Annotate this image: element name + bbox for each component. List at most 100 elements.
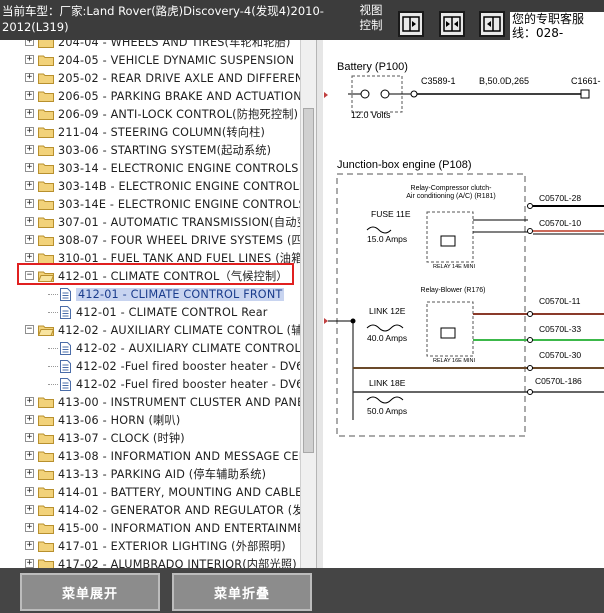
tree-item-label: 206-05 - PARKING BRAKE AND ACTUATION (58, 89, 300, 103)
tree-folder-item[interactable]: +413-13 - PARKING AID (停车辅助系统) (25, 465, 266, 483)
document-icon (60, 305, 71, 319)
tree-document-item[interactable]: 412-01 - CLIMATE CONTROL Rear (58, 303, 268, 321)
pane-splitter[interactable] (316, 40, 323, 568)
expand-toggle-icon[interactable]: + (25, 505, 34, 514)
expand-menu-button[interactable]: 菜单展开 (20, 573, 160, 611)
tree-scrollbar[interactable] (300, 40, 316, 568)
folder-open-icon (37, 324, 55, 336)
tree-item-label: 413-06 - HORN (喇叭) (58, 414, 181, 427)
folder-icon (38, 162, 54, 174)
tree-item-label: 303-14 - ELECTRONIC ENGINE CONTROLS (58, 161, 299, 175)
expand-toggle-icon[interactable]: + (25, 451, 34, 460)
tree-item-label: 204-04 - WHEELS AND TIRES(车轮和轮胎) (58, 40, 291, 49)
link12-amps: 40.0 Amps (367, 333, 407, 343)
tree-folder-item[interactable]: +205-02 - REAR DRIVE AXLE AND DIFFERENTI… (25, 69, 300, 87)
tree-folder-item[interactable]: +303-14 - ELECTRONIC ENGINE CONTROLS (25, 159, 299, 177)
collapse-menu-button[interactable]: 菜单折叠 (172, 573, 312, 611)
expand-toggle-icon[interactable]: + (25, 91, 34, 100)
expand-toggle-icon[interactable]: + (25, 469, 34, 478)
tree-folder-item[interactable]: +413-06 - HORN (喇叭) (25, 411, 181, 429)
tree-folder-item[interactable]: +206-09 - ANTI-LOCK CONTROL(防抱死控制) (25, 105, 299, 123)
tree-item-label: 413-07 - CLOCK (时钟) (58, 432, 185, 445)
expand-toggle-icon[interactable]: + (25, 415, 34, 424)
tree-folder-item[interactable]: +417-01 - EXTERIOR LIGHTING (外部照明) (25, 537, 286, 555)
tree-folder-item[interactable]: − 412-02 - AUXILIARY CLIMATE CONTROL (辅助气… (25, 321, 300, 339)
expand-toggle-icon[interactable]: + (25, 217, 34, 226)
expand-toggle-icon[interactable]: + (25, 541, 34, 550)
expand-toggle-icon[interactable]: + (25, 397, 34, 406)
expand-toggle-icon[interactable]: + (25, 163, 34, 172)
expand-toggle-icon[interactable]: + (25, 433, 34, 442)
tree-folder-item[interactable]: +308-07 - FOUR WHEEL DRIVE SYSTEMS (四轮驱动… (25, 231, 300, 249)
tree-folder-item[interactable]: +303-14E - ELECTRONIC ENGINE CONTROLS (25, 195, 300, 213)
folder-icon (38, 468, 54, 480)
tree-connector-line (48, 348, 58, 349)
expand-toggle-icon[interactable]: + (25, 199, 34, 208)
svg-text:Air conditioning (A/C) (R181): Air conditioning (A/C) (R181) (406, 193, 495, 200)
wiring-diagram-pane[interactable]: Battery (P100) 12.0 Volts C3589-1 B,50.0… (323, 40, 604, 568)
expand-toggle-icon[interactable]: + (25, 109, 34, 118)
tree-folder-item[interactable]: +206-05 - PARKING BRAKE AND ACTUATION (25, 87, 300, 105)
tree-folder-item[interactable]: +204-04 - WHEELS AND TIRES(车轮和轮胎) (25, 40, 291, 51)
support-line-1: 您的专职客服 (512, 12, 585, 26)
folder-icon (38, 486, 54, 498)
document-icon (60, 341, 71, 355)
tree-folder-item[interactable]: +307-01 - AUTOMATIC TRANSMISSION(自动变速器) (25, 213, 300, 231)
split-center-button[interactable] (439, 11, 465, 37)
expand-toggle-icon[interactable]: + (25, 145, 34, 154)
conn-label-28: C0570L-28 (539, 193, 581, 203)
tree-item-label: 414-02 - GENERATOR AND REGULATOR (发电机) (58, 504, 300, 517)
tree-folder-item[interactable]: +414-01 - BATTERY, MOUNTING AND CABLES (25, 483, 300, 501)
expand-toggle-icon[interactable]: + (25, 73, 34, 82)
folder-icon (38, 126, 54, 138)
folder-icon (38, 198, 54, 210)
expand-toggle-icon[interactable]: + (25, 559, 34, 568)
tree-folder-item[interactable]: +417-02 - ALUMBRADO INTERIOR(内部光照) (25, 555, 297, 568)
collapse-toggle-icon[interactable]: − (25, 325, 34, 334)
tree-folder-item[interactable]: +211-04 - STEERING COLUMN(转向柱) (25, 123, 265, 141)
tree-item-label: 413-08 - INFORMATION AND MESSAGE CENTER (58, 449, 300, 463)
battery-wire: B,50.0D,265 (479, 76, 529, 86)
expand-toggle-icon[interactable]: + (25, 181, 34, 190)
tree-document-item[interactable]: 412-01 - CLIMATE CONTROL FRONT (58, 285, 285, 303)
tree-document-item[interactable]: 412-02 - AUXILIARY CLIMATE CONTROL (58, 339, 300, 357)
tree-folder-item[interactable]: +413-00 - INSTRUMENT CLUSTER AND PANEL (25, 393, 300, 411)
tree-folder-item[interactable]: +204-05 - VEHICLE DYNAMIC SUSPENSION (25, 51, 294, 69)
expand-toggle-icon[interactable]: + (25, 40, 34, 46)
folder-icon (38, 522, 54, 534)
expand-toggle-icon[interactable]: + (25, 523, 34, 532)
tree-folder-item[interactable]: +414-02 - GENERATOR AND REGULATOR (发电机) (25, 501, 300, 519)
tree-document-item[interactable]: 412-02 -Fuel fired booster heater - DV6 (58, 357, 300, 375)
battery-connector: C3589-1 (421, 76, 456, 86)
expand-toggle-icon[interactable]: + (25, 235, 34, 244)
junction-box-title: Junction-box engine (P108) (337, 159, 472, 171)
tree-view[interactable]: +204-04 - WHEELS AND TIRES(车轮和轮胎) +204-05… (18, 40, 300, 568)
vehicle-line-1: 当前车型：厂家:Land Rover(路虎)Discovery-4(发现4)20… (2, 4, 324, 18)
tree-folder-item[interactable]: +413-07 - CLOCK (时钟) (25, 429, 185, 447)
tree-folder-item[interactable]: +415-00 - INFORMATION AND ENTERTAINMENT (25, 519, 300, 537)
support-info: 您的专职客服 线：028-870387 (510, 12, 604, 40)
tree-document-item[interactable]: 412-02 -Fuel fired booster heater - DV6 (58, 375, 300, 393)
expand-toggle-icon[interactable]: + (25, 127, 34, 136)
folder-icon (38, 216, 54, 228)
tree-folder-item[interactable]: +413-08 - INFORMATION AND MESSAGE CENTER (25, 447, 300, 465)
folder-icon (38, 414, 54, 426)
tree-connector-line (48, 294, 58, 295)
tree-scroll-thumb[interactable] (303, 108, 314, 453)
split-left-button[interactable] (479, 11, 505, 37)
split-right-button[interactable] (398, 11, 424, 37)
expand-toggle-icon[interactable]: + (25, 487, 34, 496)
folder-icon (38, 108, 54, 120)
tree-item-label: 412-02 - AUXILIARY CLIMATE CONTROL (辅助气候… (58, 324, 300, 337)
view-control-line-1: 视图 (359, 3, 383, 17)
current-vehicle-info: 当前车型：厂家:Land Rover(路虎)Discovery-4(发现4)20… (2, 3, 337, 35)
tree-item-label: 206-09 - ANTI-LOCK CONTROL(防抱死控制) (58, 108, 299, 121)
tree-folder-item[interactable]: +303-06 - STARTING SYSTEM(起动系统) (25, 141, 271, 159)
conn-label-33: C0570L-33 (539, 324, 581, 334)
folder-icon (38, 144, 54, 156)
folder-icon (38, 450, 54, 462)
expand-toggle-icon[interactable]: + (25, 253, 34, 262)
tree-connector-line (48, 384, 58, 385)
expand-toggle-icon[interactable]: + (25, 55, 34, 64)
tree-folder-item[interactable]: +303-14B - ELECTRONIC ENGINE CONTROLS (25, 177, 300, 195)
